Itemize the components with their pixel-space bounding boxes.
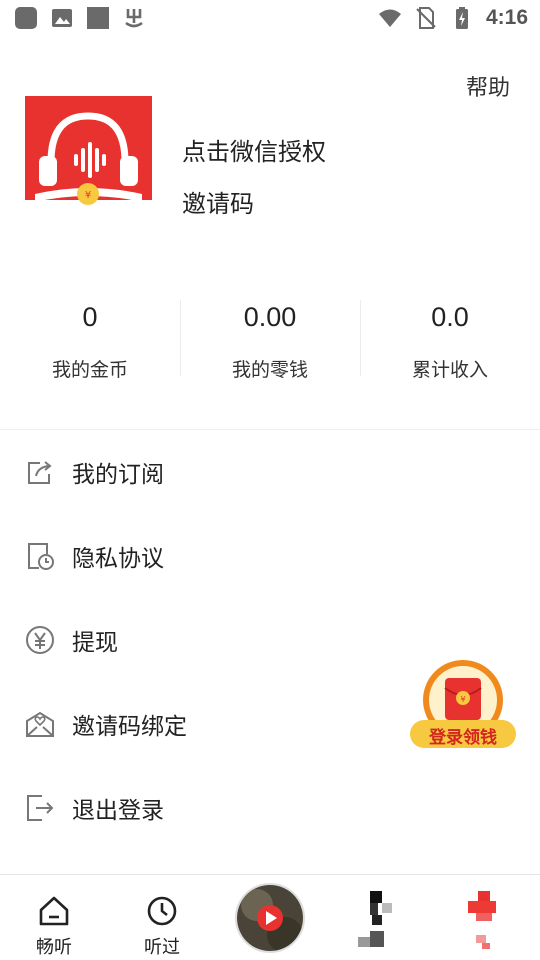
stat-value: 0.00	[243, 302, 297, 332]
no-sim-icon	[416, 7, 436, 29]
menu-item-label: 我的订阅	[72, 462, 164, 488]
square-icon	[87, 7, 109, 29]
app-icon	[15, 7, 37, 29]
tab-label: 畅听	[36, 937, 72, 958]
bottom-nav: 畅听 听过	[0, 874, 540, 960]
svg-text:¥: ¥	[85, 190, 91, 201]
menu-item-label: 隐私协议	[72, 546, 164, 572]
wechat-auth-link[interactable]: 点击微信授权	[182, 132, 326, 167]
stat-total-income[interactable]: 0.0 累计收入	[360, 296, 540, 386]
wifi-icon	[378, 9, 401, 27]
envelope-heart-icon	[26, 711, 54, 737]
stat-value: 0.0	[431, 302, 469, 332]
battery-charging-icon	[455, 7, 468, 29]
tab-fifth[interactable]	[432, 875, 540, 960]
yen-circle-icon	[26, 626, 54, 654]
tab-listen[interactable]: 畅听	[0, 875, 108, 960]
status-time: 4:16	[485, 6, 528, 29]
now-playing-button[interactable]	[235, 883, 305, 953]
headphones-logo-icon: ¥	[25, 96, 152, 223]
tab-label: 听过	[144, 937, 180, 958]
image-icon	[52, 9, 72, 27]
menu-item-privacy[interactable]: 隐私协议	[0, 514, 540, 598]
login-reward-label: 登录领钱	[429, 728, 497, 748]
stat-change[interactable]: 0.00 我的零钱	[180, 296, 360, 386]
bug-icon	[125, 9, 143, 28]
menu-item-label: 退出登录	[72, 798, 164, 824]
menu-item-label: 提现	[72, 630, 118, 656]
invite-code-label: 邀请码	[182, 190, 254, 218]
home-icon	[39, 896, 69, 926]
tab-fourth[interactable]	[324, 875, 432, 960]
stats-row: 0 我的金币 0.00 我的零钱 0.0 累计收入	[0, 296, 540, 386]
share-box-icon	[28, 461, 52, 484]
stat-label: 我的金币	[51, 359, 128, 381]
svg-text:¥: ¥	[460, 695, 465, 704]
stat-label: 累计收入	[411, 359, 488, 381]
pixel-icon	[358, 891, 392, 947]
pixel-red-icon	[468, 891, 496, 949]
stat-coins[interactable]: 0 我的金币	[0, 296, 180, 386]
clock-icon	[147, 896, 177, 926]
logout-icon	[27, 795, 54, 821]
menu-item-label: 邀请码绑定	[72, 714, 187, 740]
document-clock-icon	[28, 543, 54, 570]
stat-label: 我的零钱	[231, 359, 308, 381]
login-reward-button[interactable]: ¥ 登录领钱	[408, 660, 518, 752]
tab-history[interactable]: 听过	[108, 875, 216, 960]
status-bar: 4:16	[0, 0, 540, 38]
avatar[interactable]: ¥	[25, 96, 152, 223]
help-button[interactable]: 帮助	[466, 70, 510, 102]
menu-item-logout[interactable]: 退出登录	[0, 766, 540, 850]
play-disc-icon	[237, 885, 303, 951]
menu-item-subscriptions[interactable]: 我的订阅	[0, 430, 540, 514]
stat-value: 0	[82, 302, 98, 332]
menu-list: 我的订阅 隐私协议 提现 邀请码绑定 退出登录	[0, 430, 540, 850]
